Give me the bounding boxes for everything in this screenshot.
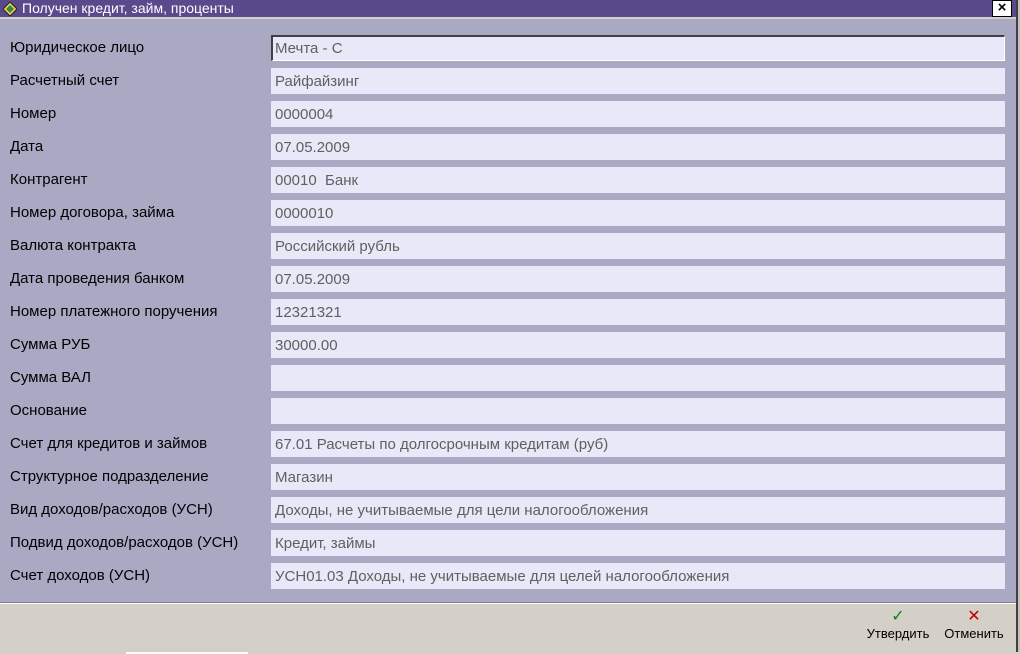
field-input[interactable] (271, 68, 1005, 94)
field-label: Сумма РУБ (10, 336, 91, 353)
field-label: Номер платежного поручения (10, 303, 218, 320)
field-input[interactable] (271, 299, 1005, 325)
footer-bar: ✓ Утвердить ✕ Отменить (0, 604, 1016, 652)
field-input[interactable] (271, 464, 1005, 490)
cross-icon: ✕ (967, 608, 981, 625)
field-label: Контрагент (10, 171, 88, 188)
form-row: Валюта контракта (0, 232, 1016, 260)
field-label: Вид доходов/расходов (УСН) (10, 501, 213, 518)
form-row: Сумма ВАЛ (0, 364, 1016, 392)
approve-label: Утвердить (866, 626, 930, 641)
field-input[interactable] (271, 497, 1005, 523)
window-title: Получен кредит, займ, проценты (22, 0, 234, 16)
field-input[interactable] (271, 398, 1005, 424)
form-row: Структурное подразделение (0, 463, 1016, 491)
field-label: Номер договора, займа (10, 204, 175, 221)
form-row: Вид доходов/расходов (УСН) (0, 496, 1016, 524)
field-input[interactable] (271, 365, 1005, 391)
form-row: Дата (0, 133, 1016, 161)
field-label: Расчетный счет (10, 72, 120, 89)
form-row: Расчетный счет (0, 67, 1016, 95)
field-input[interactable] (271, 101, 1005, 127)
field-input[interactable] (271, 563, 1005, 589)
field-input[interactable] (271, 134, 1005, 160)
field-label: Подвид доходов/расходов (УСН) (10, 534, 239, 551)
form-row: Основание (0, 397, 1016, 425)
form-row: Сумма РУБ (0, 331, 1016, 359)
title-bar[interactable]: Получен кредит, займ, проценты × (0, 0, 1016, 17)
field-label: Валюта контракта (10, 237, 136, 254)
form-row: Юридическое лицо (0, 34, 1016, 62)
form-panel: Юридическое лицо Расчетный счет Номер Дата К… (0, 19, 1016, 602)
diamond-app-icon (3, 2, 17, 16)
form-row: Номер (0, 100, 1016, 128)
field-label: Основание (10, 402, 87, 419)
approve-button[interactable]: ✓ Утвердить (862, 608, 934, 648)
field-input[interactable] (271, 200, 1005, 226)
close-button[interactable]: × (992, 0, 1012, 17)
field-label: Сумма ВАЛ (10, 369, 91, 386)
form-row: Подвид доходов/расходов (УСН) (0, 529, 1016, 557)
form-row: Номер платежного поручения (0, 298, 1016, 326)
field-input[interactable] (271, 266, 1005, 292)
field-input[interactable] (271, 167, 1005, 193)
field-input[interactable] (271, 332, 1005, 358)
field-label: Номер (10, 105, 57, 122)
field-label: Структурное подразделение (10, 468, 209, 485)
field-label: Счет доходов (УСН) (10, 567, 151, 584)
form-row: Номер договора, займа (0, 199, 1016, 227)
cancel-label: Отменить (944, 626, 1004, 641)
field-input[interactable] (271, 530, 1005, 556)
field-label: Дата (10, 138, 44, 155)
form-row: Дата проведения банком (0, 265, 1016, 293)
field-label: Дата проведения банком (10, 270, 185, 287)
field-input[interactable] (271, 431, 1005, 457)
field-label: Счет для кредитов и займов (10, 435, 208, 452)
field-label: Юридическое лицо (10, 39, 145, 56)
cancel-button[interactable]: ✕ Отменить (940, 608, 1008, 648)
form-row: Контрагент (0, 166, 1016, 194)
form-row: Счет доходов (УСН) (0, 562, 1016, 590)
form-row: Счет для кредитов и займов (0, 430, 1016, 458)
field-input[interactable] (271, 35, 1005, 61)
dialog-window: Получен кредит, займ, проценты × Юридиче… (0, 0, 1018, 654)
checkmark-icon: ✓ (891, 608, 905, 625)
field-input[interactable] (271, 233, 1005, 259)
